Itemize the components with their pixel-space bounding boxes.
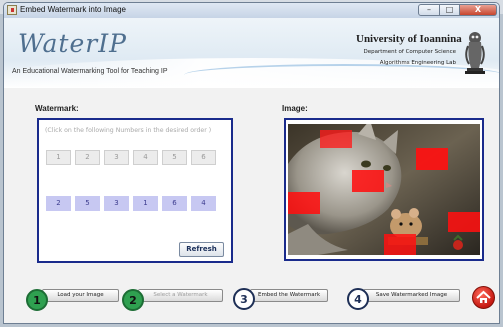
image-panel bbox=[284, 118, 484, 261]
watermark-hint: (Click on the following Numbers in the d… bbox=[45, 127, 212, 134]
minimize-button[interactable]: – bbox=[418, 4, 440, 16]
app-tagline: An Educational Watermarking Tool for Tea… bbox=[12, 68, 168, 75]
order-cell-4: 1 bbox=[133, 196, 158, 211]
watermark-block-6 bbox=[384, 234, 416, 255]
maximize-button[interactable]: □ bbox=[440, 4, 460, 16]
number-button-2[interactable]: 2 bbox=[75, 150, 100, 165]
embed-watermark-button[interactable]: Embed the Watermark bbox=[250, 289, 328, 302]
app-window: Embed Watermark into Image – □ X WaterIP… bbox=[3, 2, 500, 324]
owl-crest-icon bbox=[465, 32, 485, 74]
step-2-indicator: 2 bbox=[122, 289, 144, 311]
step-toolbar: Load your Image 1 Select a Watermark 2 E… bbox=[4, 275, 499, 323]
watermark-panel: (Click on the following Numbers in the d… bbox=[37, 118, 233, 263]
save-image-button[interactable]: Save Watermarked Image bbox=[363, 289, 460, 302]
lab-name: Algorithms Engineering Lab bbox=[379, 60, 456, 66]
watermark-block-1 bbox=[320, 130, 352, 148]
step-1-indicator: 1 bbox=[26, 289, 48, 311]
java-app-icon bbox=[7, 5, 17, 15]
step-4-indicator: 4 bbox=[347, 288, 369, 310]
number-button-5[interactable]: 5 bbox=[162, 150, 187, 165]
watermark-block-5 bbox=[448, 212, 480, 232]
order-cell-3: 3 bbox=[104, 196, 129, 211]
order-cell-2: 5 bbox=[75, 196, 100, 211]
department-name: Department of Computer Science bbox=[363, 49, 457, 55]
watermark-block-2 bbox=[416, 148, 448, 170]
number-button-1[interactable]: 1 bbox=[46, 150, 71, 165]
header-banner: WaterIP An Educational Watermarking Tool… bbox=[4, 18, 499, 88]
close-button[interactable]: X bbox=[460, 4, 497, 16]
number-button-6[interactable]: 6 bbox=[191, 150, 216, 165]
select-watermark-button[interactable]: Select a Watermark bbox=[138, 289, 223, 302]
watermarked-image bbox=[288, 124, 480, 255]
order-cell-1: 2 bbox=[46, 196, 71, 211]
number-button-4[interactable]: 4 bbox=[133, 150, 158, 165]
watermark-block-3 bbox=[352, 170, 384, 192]
order-cell-5: 6 bbox=[162, 196, 187, 211]
refresh-button[interactable]: Refresh bbox=[179, 242, 224, 257]
watermark-label: Watermark: bbox=[35, 104, 79, 113]
window-title: Embed Watermark into Image bbox=[20, 5, 126, 14]
university-name: University of Ioannina bbox=[356, 33, 462, 45]
step-3-indicator: 3 bbox=[233, 288, 255, 310]
number-button-3[interactable]: 3 bbox=[104, 150, 129, 165]
order-cell-6: 4 bbox=[191, 196, 216, 211]
home-button[interactable] bbox=[472, 286, 495, 309]
image-label: Image: bbox=[282, 104, 308, 113]
app-logo: WaterIP bbox=[18, 29, 127, 58]
home-icon bbox=[476, 290, 491, 303]
load-image-button[interactable]: Load your Image bbox=[42, 289, 119, 302]
watermark-block-4 bbox=[288, 192, 320, 214]
title-bar: Embed Watermark into Image – □ X bbox=[4, 3, 499, 18]
